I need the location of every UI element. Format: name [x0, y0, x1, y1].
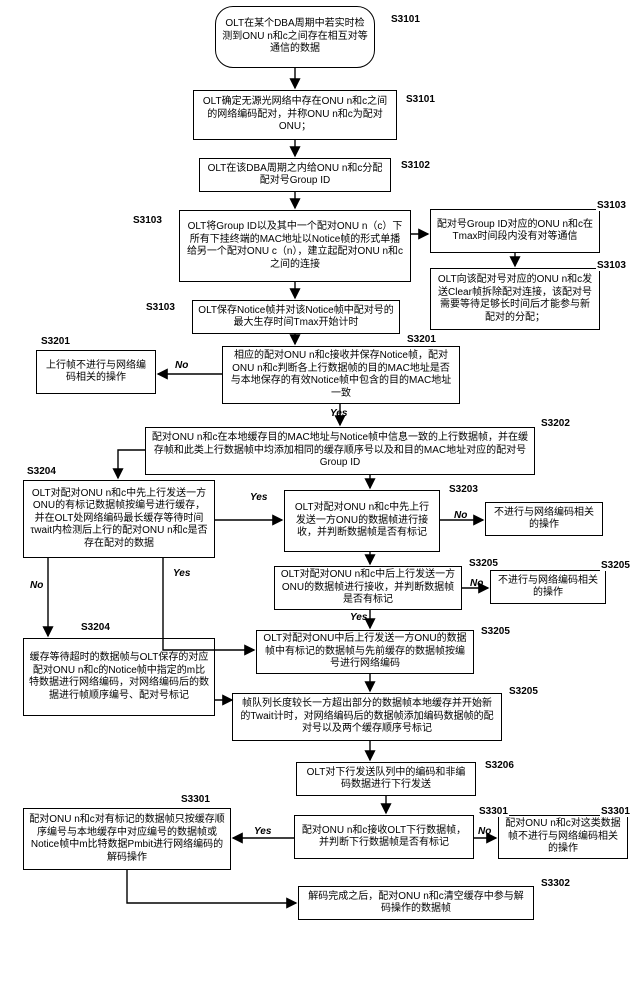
label-s3204a: S3204 [26, 466, 57, 477]
node-3203no: 不进行与网络编码相关的操作 [485, 502, 603, 536]
label-s3202: S3202 [540, 418, 571, 429]
edge-no-3203: No [454, 510, 467, 521]
node-3204b: 缓存等待超时的数据帧与OLT保存的对应配对ONU n和c的Notice帧中指定的… [23, 638, 215, 716]
edge-yes-3204a: Yes [173, 568, 190, 579]
label-s3201b: S3201 [40, 336, 71, 347]
node-3205a: OLT对配对ONU n和c中后上行发送一方ONU的数据帧进行接收，并判断数据帧是… [274, 566, 462, 610]
label-s3101: S3101 [390, 14, 421, 25]
node-3301a: 配对ONU n和c接收OLT下行数据帧，并判断下行数据帧是否有标记 [294, 815, 474, 859]
label-s3205b: S3205 [480, 626, 511, 637]
label-s3301c: S3301 [600, 806, 631, 817]
node-3201b: 上行帧不进行与网络编码相关的操作 [36, 350, 156, 394]
node-3204a: OLT对配对ONU n和c中先上行发送一方ONU的有标记数据帧按编号进行缓存，并… [23, 480, 215, 558]
node-3103a: OLT将Group ID以及其中一个配对ONU n（c）下所有下挂终端的MAC地… [179, 210, 411, 282]
label-s3203: S3203 [448, 484, 479, 495]
edge-no-3205a: No [470, 578, 483, 589]
node-3203: OLT对配对ONU n和c中先上行发送一方ONU的数据帧进行接收，并判断数据帧是… [284, 490, 440, 552]
node-3301b: 配对ONU n和c对有标记的数据帧只按缓存顺序编号与本地缓存中对应编号的数据帧或… [23, 808, 231, 870]
edge-no-3301: No [478, 826, 491, 837]
label-s3103b: S3103 [145, 302, 176, 313]
node-3103b: OLT保存Notice帧并对该Notice帧中配对号的最大生存时间Tmax开始计… [192, 300, 400, 334]
label-s3206: S3206 [484, 760, 515, 771]
edge-yes-3204: Yes [250, 492, 267, 503]
node-3202: 配对ONU n和c在本地缓存目的MAC地址与Notice帧中信息一致的上行数据帧… [145, 427, 535, 475]
node-3102: OLT在该DBA周期之内给ONU n和c分配配对号Group ID [199, 158, 391, 192]
node-3205c: 帧队列长度较长一方超出部分的数据帧本地缓存并开始新的Twait计时，对网络编码后… [232, 693, 502, 741]
label-s3102: S3102 [400, 160, 431, 171]
label-s3205ano: S3205 [600, 560, 631, 571]
edge-no-3204a: No [30, 580, 43, 591]
label-s3103a: S3103 [132, 215, 163, 226]
node-3201a: 相应的配对ONU n和c接收并保存Notice帧，配对ONU n和c判断各上行数… [222, 346, 460, 404]
label-s3103c: S3103 [596, 200, 627, 211]
label-s3205a: S3205 [468, 558, 499, 569]
node-3103c: 配对号Group ID对应的ONU n和c在Tmax时间段内没有对等通信 [430, 209, 600, 253]
edge-no-3201: No [175, 360, 188, 371]
node-3205ano: 不进行与网络编码相关的操作 [490, 570, 606, 604]
label-s3302: S3302 [540, 878, 571, 889]
label-s3101b: S3101 [405, 94, 436, 105]
label-s3301b: S3301 [180, 794, 211, 805]
label-s3204b: S3204 [80, 622, 111, 633]
node-3301c: 配对ONU n和c对这类数据帧不进行与网络编码相关的操作 [498, 815, 628, 859]
flowchart-canvas: OLT在某个DBA周期中若实时检测到ONU n和c之间存在相互对等通信的数据 O… [0, 0, 634, 1000]
edge-yes-3201: Yes [330, 408, 347, 419]
node-start: OLT在某个DBA周期中若实时检测到ONU n和c之间存在相互对等通信的数据 [215, 6, 375, 68]
edge-yes-3301: Yes [254, 826, 271, 837]
node-3206: OLT对下行发送队列中的编码和非编码数据进行下行发送 [296, 762, 476, 796]
label-s3301a: S3301 [478, 806, 509, 817]
label-s3205c: S3205 [508, 686, 539, 697]
node-3103d: OLT向该配对号对应的ONU n和c发送Clear帧拆除配对连接，该配对号需要等… [430, 268, 600, 330]
node-3205b: OLT对配对ONU中后上行发送一方ONU的数据帧中有标记的数据帧与先前缓存的数据… [256, 630, 474, 674]
node-3302: 解码完成之后，配对ONU n和c清空缓存中参与解码操作的数据帧 [298, 886, 534, 920]
label-s3103d: S3103 [596, 260, 627, 271]
label-s3201a: S3201 [406, 334, 437, 345]
node-3101a: OLT确定无源光网络中存在ONU n和c之间的网络编码配对，并称ONU n和c为… [193, 90, 397, 140]
edge-yes-3205a: Yes [350, 612, 367, 623]
